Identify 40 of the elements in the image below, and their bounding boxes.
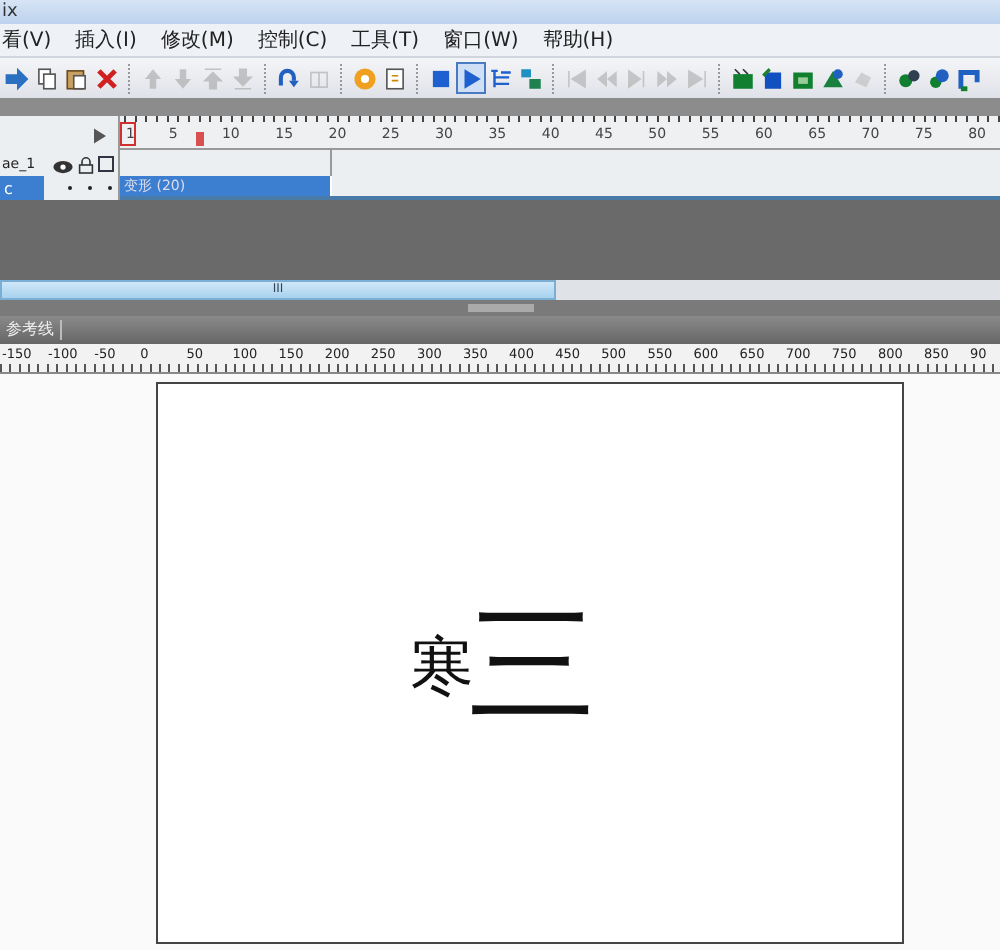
toolbar-button[interactable]	[380, 62, 410, 94]
frame-marker	[196, 132, 204, 146]
delete-icon	[94, 65, 120, 91]
up-arrow-icon	[200, 65, 226, 91]
frame-icon	[956, 65, 982, 91]
window-title: ix	[0, 2, 18, 22]
text-glyph: 三	[468, 600, 596, 732]
menu-item[interactable]: 插入(I)	[75, 27, 137, 53]
stop-icon	[428, 65, 454, 91]
copy-icon	[34, 65, 60, 91]
menu-item[interactable]: 看(V)	[2, 27, 52, 53]
rotate-icon	[276, 65, 302, 91]
text-glyph: 寒	[410, 632, 474, 700]
up-arrow-icon	[140, 65, 166, 91]
outline-icon[interactable]	[98, 155, 114, 171]
menu-item[interactable]: 窗口(W)	[443, 27, 519, 53]
toolbar-button[interactable]	[2, 62, 32, 94]
menu-item[interactable]: 工具(T)	[351, 27, 420, 53]
arrow-icon	[4, 65, 30, 91]
menu-item[interactable]: 控制(C)	[257, 27, 328, 53]
toolbar-button[interactable]	[456, 62, 486, 94]
rewind-icon	[594, 65, 620, 91]
tree-icon	[488, 65, 514, 91]
menu-item[interactable]: 帮助(H)	[542, 27, 614, 53]
tab[interactable]: 参考线	[0, 320, 62, 340]
down-arrow-icon	[230, 65, 256, 91]
document-icon	[382, 65, 408, 91]
forward-icon	[654, 65, 680, 91]
layer-row[interactable]: c	[0, 176, 120, 200]
resize-handle[interactable]	[467, 304, 533, 312]
paste-icon	[64, 65, 90, 91]
playhead[interactable]	[120, 122, 136, 146]
first-frame-icon	[564, 65, 590, 91]
down-arrow-icon	[170, 65, 196, 91]
layers-icon	[518, 65, 544, 91]
menu-item[interactable]: 修改(M)	[160, 27, 234, 53]
toolbar-button[interactable]	[32, 62, 62, 94]
last-frame-icon	[684, 65, 710, 91]
shapes-icon	[820, 65, 846, 91]
step-icon	[624, 65, 650, 91]
